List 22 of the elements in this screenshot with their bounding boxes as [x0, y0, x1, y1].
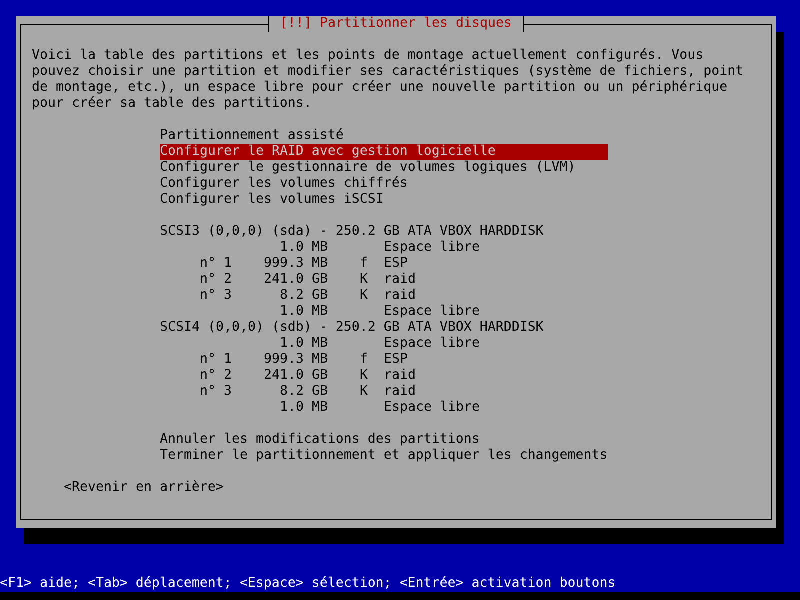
partition-item[interactable]: n° 1 999.3 MB f ESP [160, 256, 608, 272]
help-bar-text: <F1> aide; <Tab> déplacement; <Espace> sélection; <Entrée> activation boutons [0, 576, 617, 592]
menu-item[interactable]: Partitionnement assisté [160, 128, 608, 144]
menu-item[interactable]: Configurer le RAID avec gestion logicielle [160, 144, 608, 160]
free-space-item[interactable]: 1.0 MB Espace libre [160, 336, 608, 352]
dialog-title: [!!] Partitionner les disques [268, 16, 524, 32]
menu-item[interactable]: Configurer les volumes iSCSI [160, 192, 608, 208]
partition-item[interactable]: n° 2 241.0 GB K raid [160, 368, 608, 384]
menu-item[interactable]: Annuler les modifications des partitions [160, 432, 608, 448]
menu-item[interactable]: Configurer le gestionnaire de volumes logiques (LVM) [160, 160, 608, 176]
menu-item[interactable]: Configurer les volumes chiffrés [160, 176, 608, 192]
free-space-item[interactable]: 1.0 MB Espace libre [160, 400, 608, 416]
partition-item[interactable]: n° 2 241.0 GB K raid [160, 272, 608, 288]
partition-item[interactable]: n° 3 8.2 GB K raid [160, 384, 608, 400]
disk-item[interactable]: SCSI4 (0,0,0) (sdb) - 250.2 GB ATA VBOX HARDDISK [160, 320, 608, 336]
partition-item[interactable]: n° 3 8.2 GB K raid [160, 288, 608, 304]
disk-item[interactable]: SCSI3 (0,0,0) (sda) - 250.2 GB ATA VBOX HARDDISK [160, 224, 608, 240]
description-text: Voici la table des partitions et les points de montage actuellement configurés. Vous pouvez choisir une partition et modifier ses caractéristiques (système de fichiers, point de montage, etc.), un espace libre pour créer une nouvelle partition ou un périphérique pour créer sa table des partitions. [32, 48, 745, 112]
menu-item[interactable]: Terminer le partitionnement et appliquer les changements [160, 448, 608, 464]
free-space-item[interactable]: 1.0 MB Espace libre [160, 240, 608, 256]
free-space-item[interactable]: 1.0 MB Espace libre [160, 304, 608, 320]
partition-item[interactable]: n° 1 999.3 MB f ESP [160, 352, 608, 368]
